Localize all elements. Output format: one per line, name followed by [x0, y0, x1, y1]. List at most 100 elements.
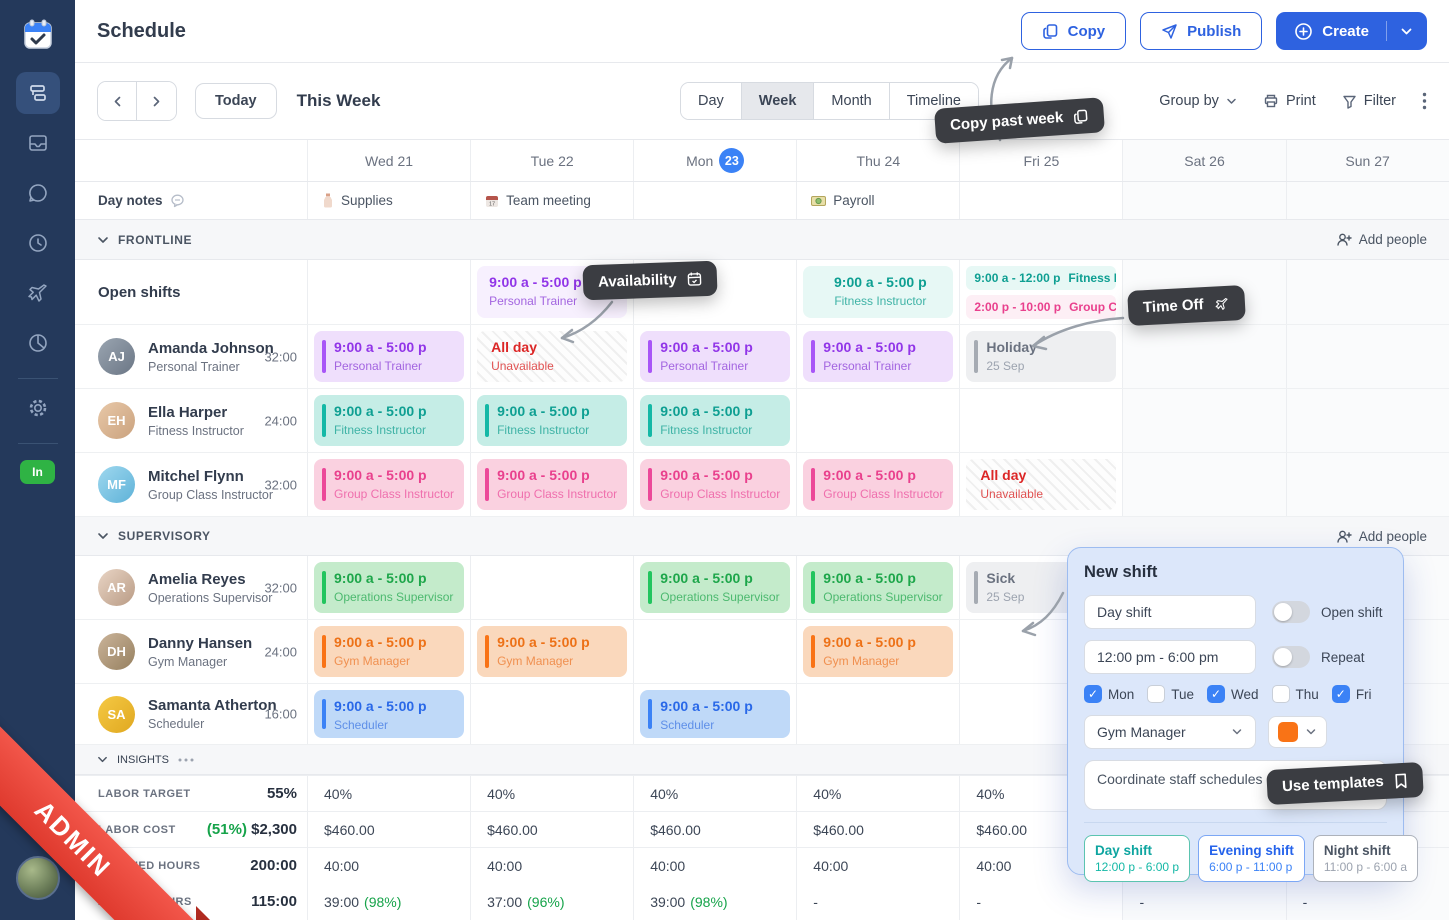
shift-chip[interactable]: 9:00 a - 5:00 pOperations Supervisor [803, 562, 953, 613]
today-button[interactable]: Today [195, 83, 277, 119]
sidebar-item-reports[interactable] [16, 322, 60, 364]
shift-chip[interactable]: 9:00 a - 5:00 pGym Manager [477, 626, 627, 677]
shift-chip[interactable]: 9:00 a - 5:00 pFitness Instructor [314, 395, 464, 446]
template-night-shift[interactable]: Night shift11:00 p - 6:00 a [1313, 835, 1418, 882]
open-shift-mini-chip[interactable]: 9:00 a - 12:00 pFitness I... [966, 266, 1116, 290]
open-shift-chip[interactable]: 9:00 a - 5:00 pFitness Instructor [803, 266, 953, 318]
current-user-avatar[interactable] [16, 856, 60, 900]
add-people-button[interactable]: Add people [1336, 232, 1427, 247]
day-col-sat[interactable]: Sat 26 [1122, 140, 1285, 181]
schedule-cell[interactable]: 9:00 a - 5:00 pScheduler [307, 684, 470, 744]
unavailable-chip[interactable]: All dayUnavailable [966, 459, 1116, 510]
sidebar-item-inbox[interactable] [16, 122, 60, 164]
weekday-checkbox-tue[interactable] [1147, 685, 1165, 703]
day-col-mon[interactable]: Mon23 [633, 140, 796, 181]
day-col-thu[interactable]: Thu 24 [796, 140, 959, 181]
schedule-cell[interactable]: 9:00 a - 5:00 pOperations Supervisor [307, 556, 470, 619]
schedule-cell[interactable] [470, 684, 633, 744]
shift-chip[interactable]: 9:00 a - 5:00 pPersonal Trainer [803, 331, 953, 382]
shift-chip[interactable]: 9:00 a - 5:00 pOperations Supervisor [640, 562, 790, 613]
avatar[interactable]: MF [98, 466, 135, 503]
schedule-cell[interactable]: 9:00 a - 5:00 pOperations Supervisor [796, 556, 959, 619]
employee-name[interactable]: Samanta Atherton [148, 697, 277, 714]
color-dropdown[interactable] [1268, 716, 1327, 748]
shift-time-input[interactable]: 12:00 pm - 6:00 pm [1084, 640, 1256, 674]
tab-week[interactable]: Week [742, 83, 815, 119]
schedule-cell[interactable] [470, 556, 633, 619]
schedule-cell[interactable]: 9:00 a - 5:00 pGroup Class Instructor [796, 453, 959, 516]
schedule-cell[interactable] [796, 389, 959, 452]
section-label[interactable]: FRONTLINE [118, 233, 192, 247]
weekday-checkbox-thu[interactable] [1272, 685, 1290, 703]
shift-chip[interactable]: 9:00 a - 5:00 pPersonal Trainer [640, 331, 790, 382]
weekday-checkbox-fri[interactable]: ✓ [1332, 685, 1350, 703]
copy-button[interactable]: Copy [1021, 12, 1127, 50]
section-label[interactable]: SUPERVISORY [118, 529, 211, 543]
shift-chip[interactable]: 9:00 a - 5:00 pOperations Supervisor [314, 562, 464, 613]
chevron-down-icon[interactable] [97, 754, 108, 765]
open-shift-toggle[interactable] [1272, 601, 1310, 623]
weekday-checkbox-mon[interactable]: ✓ [1084, 685, 1102, 703]
ellipsis-icon[interactable] [178, 758, 194, 762]
schedule-cell[interactable] [1286, 260, 1449, 324]
avatar[interactable]: EH [98, 402, 135, 439]
employee-name[interactable]: Amelia Reyes [148, 571, 272, 588]
app-logo-calendar-icon[interactable] [16, 12, 60, 56]
role-dropdown[interactable]: Gym Manager [1084, 715, 1256, 749]
shift-chip[interactable]: 9:00 a - 5:00 pScheduler [640, 690, 790, 738]
shift-chip[interactable]: 9:00 a - 5:00 pFitness Instructor [477, 395, 627, 446]
tab-day[interactable]: Day [681, 83, 742, 119]
employee-name[interactable]: Danny Hansen [148, 635, 252, 652]
day-note-empty[interactable] [633, 182, 796, 219]
schedule-cell[interactable] [633, 620, 796, 683]
print-button[interactable]: Print [1263, 93, 1316, 109]
day-note[interactable]: 17 Team meeting [470, 182, 633, 219]
schedule-cell[interactable] [307, 260, 470, 324]
schedule-cell[interactable] [1286, 325, 1449, 388]
publish-button[interactable]: Publish [1140, 12, 1262, 50]
schedule-cell[interactable] [1122, 389, 1285, 452]
schedule-cell[interactable]: 9:00 a - 5:00 pFitness Instructor [470, 389, 633, 452]
day-note-empty[interactable] [959, 182, 1122, 219]
section-label[interactable]: INSIGHTS [117, 754, 169, 766]
schedule-cell[interactable]: 9:00 a - 5:00 pFitness Instructor [633, 389, 796, 452]
filter-button[interactable]: Filter [1342, 93, 1396, 109]
clock-in-status-badge[interactable]: In [20, 460, 55, 484]
prev-week-button[interactable] [98, 82, 137, 120]
schedule-cell[interactable]: 9:00 a - 5:00 pGym Manager [470, 620, 633, 683]
schedule-cell[interactable]: 9:00 a - 5:00 pPersonal Trainer [307, 325, 470, 388]
repeat-toggle[interactable] [1272, 646, 1310, 668]
more-options-button[interactable] [1422, 92, 1427, 110]
day-col-tue[interactable]: Tue 22 [470, 140, 633, 181]
weekday-checkbox-wed[interactable]: ✓ [1207, 685, 1225, 703]
create-button[interactable]: Create [1276, 12, 1427, 50]
sidebar-item-settings[interactable] [16, 387, 60, 429]
sidebar-item-time-off[interactable] [16, 272, 60, 314]
shift-chip[interactable]: 9:00 a - 5:00 pGroup Class Instructor [314, 459, 464, 510]
add-people-button[interactable]: Add people [1336, 529, 1427, 544]
schedule-cell[interactable]: 9:00 a - 5:00 pFitness Instructor [307, 389, 470, 452]
avatar[interactable]: SA [98, 696, 135, 733]
schedule-cell[interactable]: All dayUnavailable [959, 453, 1122, 516]
sidebar-item-chat[interactable] [16, 172, 60, 214]
schedule-cell[interactable] [1122, 325, 1285, 388]
sidebar-item-schedule[interactable] [16, 72, 60, 114]
day-col-wed[interactable]: Wed 21 [307, 140, 470, 181]
employee-name[interactable]: Ella Harper [148, 404, 244, 421]
schedule-cell[interactable]: 9:00 a - 5:00 pGroup Class Instructor [307, 453, 470, 516]
day-col-sun[interactable]: Sun 27 [1286, 140, 1449, 181]
schedule-cell[interactable]: 9:00 a - 5:00 pGym Manager [307, 620, 470, 683]
schedule-cell[interactable] [1122, 453, 1285, 516]
schedule-cell[interactable] [796, 684, 959, 744]
schedule-cell[interactable] [959, 389, 1122, 452]
schedule-cell[interactable]: 9:00 a - 5:00 pPersonal Trainer [633, 325, 796, 388]
group-by-dropdown[interactable]: Group by [1159, 93, 1237, 109]
next-week-button[interactable] [137, 82, 176, 120]
schedule-cell[interactable]: 9:00 a - 5:00 pGroup Class Instructor [470, 453, 633, 516]
shift-chip[interactable]: 9:00 a - 5:00 pFitness Instructor [640, 395, 790, 446]
avatar[interactable]: AJ [98, 338, 135, 375]
shift-name-input[interactable]: Day shift [1084, 595, 1256, 629]
template-day-shift[interactable]: Day shift12:00 p - 6:00 p [1084, 835, 1190, 882]
shift-chip[interactable]: 9:00 a - 5:00 pGym Manager [803, 626, 953, 677]
template-evening-shift[interactable]: Evening shift6:00 p - 11:00 p [1198, 835, 1305, 882]
